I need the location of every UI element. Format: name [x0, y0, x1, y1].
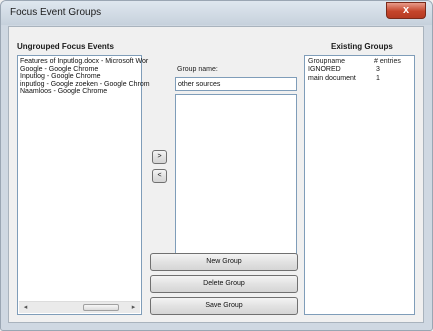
list-item[interactable]: Inputlog - Google Chrome: [18, 73, 141, 81]
ungrouped-listbox[interactable]: Features of Inputlog.docx - Microsoft Wo…: [17, 55, 150, 315]
list-item[interactable]: Naamloos - Google Chrome: [18, 88, 141, 96]
column-header-groupname[interactable]: Groupname: [308, 58, 345, 65]
list-item[interactable]: inputlog - Google zoeken - Google Chrom: [18, 81, 150, 89]
scroll-thumb[interactable]: [83, 304, 119, 311]
move-right-button[interactable]: >: [152, 150, 167, 164]
existing-groups-title: Existing Groups: [331, 42, 393, 51]
table-header: Groupname # entries: [305, 56, 414, 66]
row-groupname: IGNORED: [308, 66, 341, 73]
scroll-left-icon[interactable]: ◂: [20, 303, 31, 312]
table-row[interactable]: main document 1: [305, 75, 414, 84]
column-header-entries[interactable]: # entries: [374, 58, 401, 65]
group-name-input[interactable]: other sources: [175, 77, 297, 91]
delete-group-button[interactable]: Delete Group: [150, 275, 298, 293]
window-title: Focus Event Groups: [10, 7, 102, 18]
row-entries: 1: [376, 75, 380, 82]
list-item[interactable]: Google - Google Chrome: [18, 66, 141, 74]
title-bar: Focus Event Groups x: [1, 1, 432, 25]
group-members-listbox[interactable]: [175, 94, 297, 256]
row-groupname: main document: [308, 75, 356, 82]
move-left-button[interactable]: <: [152, 169, 167, 183]
existing-groups-table[interactable]: Groupname # entries IGNORED 3 main docum…: [304, 55, 415, 315]
new-group-button[interactable]: New Group: [150, 253, 298, 271]
group-name-label: Group name:: [177, 66, 218, 73]
scroll-right-icon[interactable]: ▸: [128, 303, 139, 312]
focus-event-groups-window: Focus Event Groups x Ungrouped Focus Eve…: [0, 0, 433, 331]
list-item[interactable]: Features of Inputlog.docx - Microsoft Wo…: [18, 58, 148, 66]
ungrouped-list: Features of Inputlog.docx - Microsoft Wo…: [18, 56, 150, 96]
dialog-body: Ungrouped Focus Events Features of Input…: [8, 26, 424, 323]
save-group-button[interactable]: Save Group: [150, 297, 298, 315]
close-button[interactable]: x: [386, 2, 426, 19]
horizontal-scrollbar[interactable]: ◂ ▸: [19, 301, 140, 313]
row-entries: 3: [376, 66, 380, 73]
ungrouped-title: Ungrouped Focus Events: [17, 42, 114, 51]
table-row[interactable]: IGNORED 3: [305, 66, 414, 75]
